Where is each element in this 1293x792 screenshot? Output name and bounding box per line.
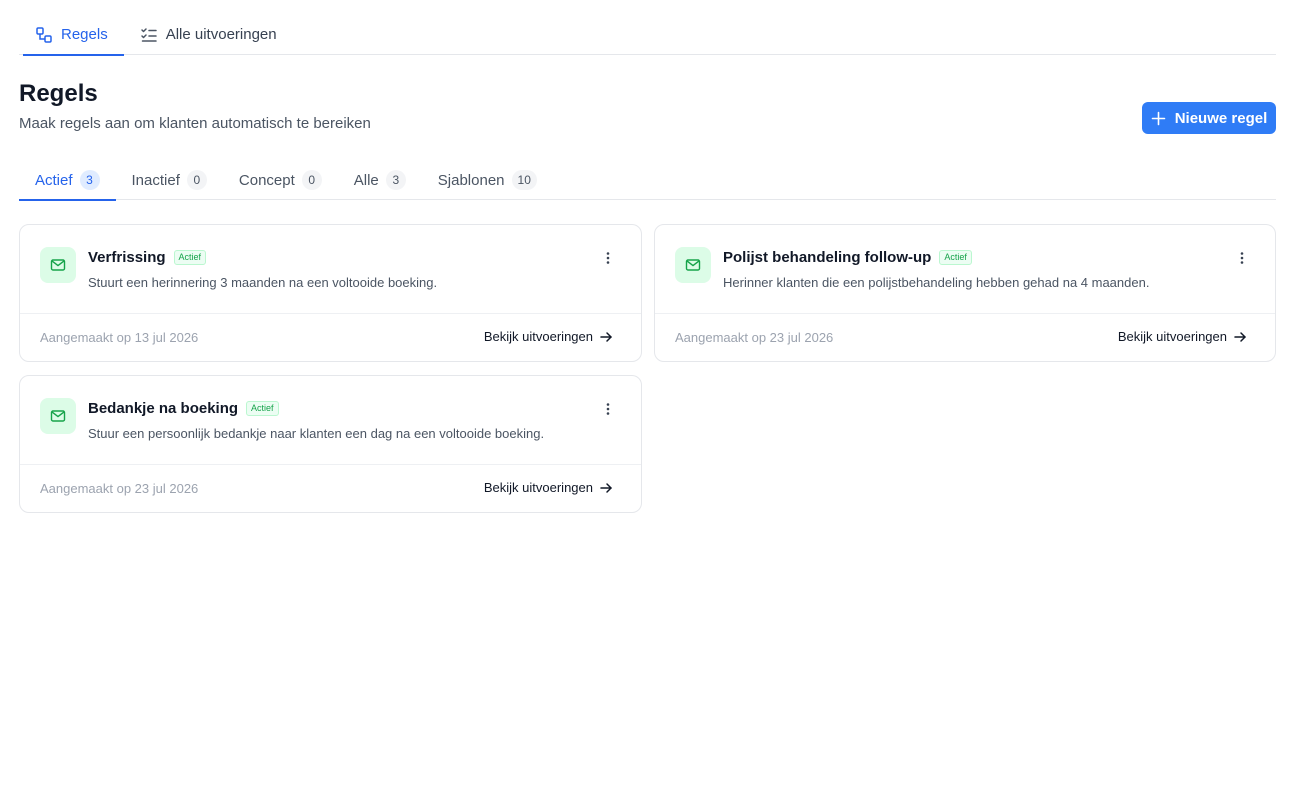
filter-tab-count: 0: [301, 170, 322, 190]
arrow-right-icon: [1233, 330, 1247, 344]
rule-card-body: Polijst behandeling follow-up Actief Her…: [655, 225, 1275, 314]
rule-card-head: Verfrissing Actief: [88, 249, 207, 266]
view-executions-link[interactable]: Bekijk uitvoeringen: [484, 329, 613, 344]
filter-tabs: Actief 3 Inactief 0 Concept 0 Alle 3 Sja…: [19, 160, 1276, 201]
created-date: Aangemaakt op 23 jul 2026: [675, 330, 834, 345]
mail-icon: [675, 247, 711, 283]
filter-tab-alle[interactable]: Alle 3: [338, 160, 422, 200]
filter-tab-count: 10: [511, 170, 537, 190]
status-badge: Actief: [173, 250, 207, 265]
view-executions-link[interactable]: Bekijk uitvoeringen: [1118, 329, 1247, 344]
created-date: Aangemaakt op 23 jul 2026: [40, 481, 199, 496]
filter-tab-label: Concept: [238, 171, 295, 189]
rule-card-body: Verfrissing Actief Stuurt een herinnerin…: [20, 225, 641, 314]
filter-tab-concept[interactable]: Concept 0: [223, 160, 338, 200]
view-executions-label: Bekijk uitvoeringen: [1117, 329, 1227, 344]
plus-icon: [1151, 111, 1166, 126]
top-nav: Regels Alle uitvoeringen: [19, 14, 1276, 56]
mail-icon: [40, 398, 76, 434]
view-executions-link[interactable]: Bekijk uitvoeringen: [484, 480, 613, 495]
more-options-button[interactable]: [1231, 247, 1253, 269]
more-vertical-icon: [600, 401, 616, 417]
tab-alle-uitvoeringen[interactable]: Alle uitvoeringen: [124, 14, 293, 55]
filter-tab-inactief[interactable]: Inactief 0: [116, 160, 223, 200]
filter-tab-label: Inactief: [131, 171, 180, 189]
rule-card-head: Polijst behandeling follow-up Actief: [723, 249, 972, 266]
view-executions-label: Bekijk uitvoeringen: [483, 329, 593, 344]
rule-card: Verfrissing Actief Stuurt een herinnerin…: [19, 224, 642, 362]
arrow-right-icon: [599, 481, 613, 495]
filter-tab-actief[interactable]: Actief 3: [19, 160, 116, 201]
rule-title: Verfrissing: [88, 249, 166, 266]
rule-title: Bedankje na boeking: [88, 400, 239, 417]
rule-card: Polijst behandeling follow-up Actief Her…: [654, 224, 1276, 362]
status-badge: Actief: [939, 250, 972, 265]
page-title: Regels: [19, 80, 98, 107]
rule-title: Polijst behandeling follow-up: [723, 249, 932, 266]
tab-regels[interactable]: Regels: [19, 14, 124, 56]
new-rule-button-label: Nieuwe regel: [1174, 109, 1268, 127]
workflow-icon: [35, 26, 53, 44]
tab-alle-uitvoeringen-label: Alle uitvoeringen: [165, 26, 277, 43]
more-options-button[interactable]: [597, 247, 619, 269]
new-rule-button[interactable]: Nieuwe regel: [1142, 102, 1276, 134]
tab-regels-label: Regels: [61, 26, 108, 43]
page-subtitle: Maak regels aan om klanten automatisch t…: [19, 115, 371, 132]
filter-tab-label: Actief: [35, 171, 73, 189]
filter-tab-label: Sjablonen: [437, 171, 505, 189]
rule-card-body: Bedankje na boeking Actief Stuur een per…: [20, 376, 641, 465]
arrow-right-icon: [599, 330, 613, 344]
status-badge: Actief: [246, 401, 279, 416]
filter-tab-count: 0: [186, 170, 207, 190]
more-options-button[interactable]: [597, 398, 619, 420]
filter-tab-count: 3: [79, 170, 100, 190]
filter-tab-sjablonen[interactable]: Sjablonen 10: [422, 160, 553, 200]
more-vertical-icon: [1234, 250, 1250, 266]
rule-description: Herinner klanten die een polijstbehandel…: [723, 275, 1150, 290]
rule-card-head: Bedankje na boeking Actief: [88, 400, 279, 417]
checklist-icon: [140, 26, 158, 44]
rule-description: Stuurt een herinnering 3 maanden na een …: [88, 275, 438, 290]
filter-tab-count: 3: [385, 170, 406, 190]
mail-icon: [40, 247, 76, 283]
filter-tab-label: Alle: [353, 171, 379, 189]
more-vertical-icon: [600, 250, 616, 266]
rule-description: Stuur een persoonlijk bedankje naar klan…: [88, 426, 545, 441]
view-executions-label: Bekijk uitvoeringen: [483, 480, 593, 495]
rule-card: Bedankje na boeking Actief Stuur een per…: [19, 375, 642, 513]
created-date: Aangemaakt op 13 jul 2026: [40, 330, 199, 345]
